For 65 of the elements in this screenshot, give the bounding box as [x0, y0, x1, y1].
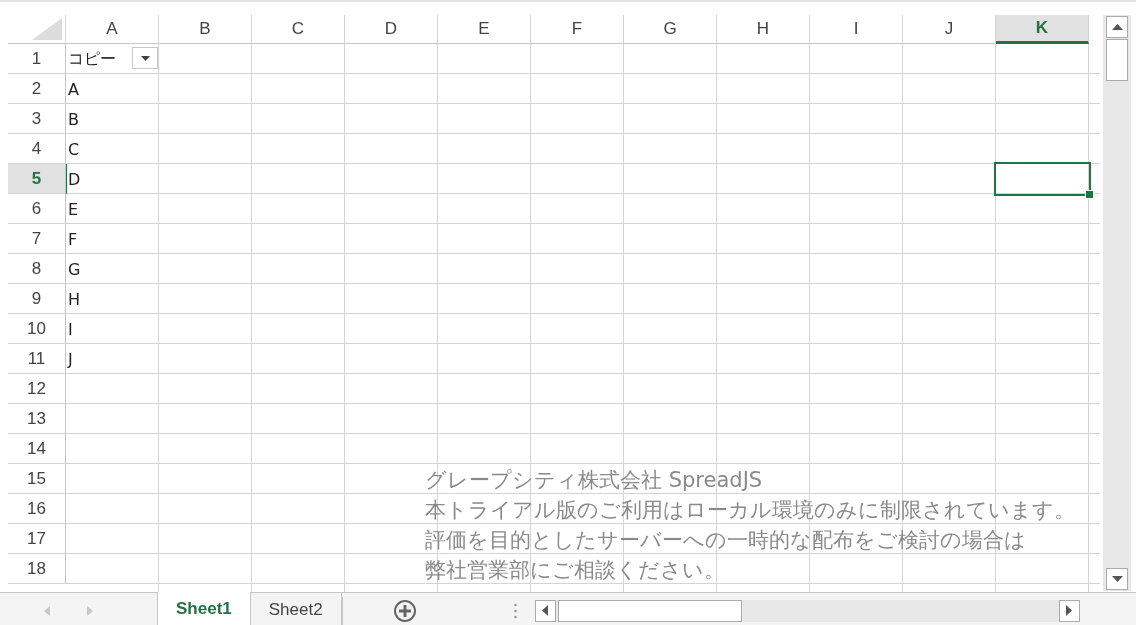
- trial-notice-text: 弊社営業部にご相談ください。: [425, 557, 725, 584]
- sheet-tab[interactable]: Sheet1: [157, 592, 251, 625]
- select-all-icon[interactable]: [32, 18, 62, 40]
- column-header[interactable]: K: [996, 15, 1089, 44]
- row-header[interactable]: 4: [8, 134, 66, 164]
- row-header[interactable]: 13: [8, 404, 66, 434]
- row-header[interactable]: 14: [8, 434, 66, 464]
- table-cell-text: C: [67, 139, 80, 159]
- trial-notice-text: 本トライアル版のご利用はローカル環境のみに制限されています。: [425, 497, 1075, 524]
- table-cell-text: G: [67, 259, 81, 279]
- left-arrow-icon: [542, 605, 549, 616]
- row-header[interactable]: 15: [8, 464, 66, 494]
- scroll-left-button[interactable]: [534, 599, 556, 622]
- row-header[interactable]: 17: [8, 524, 66, 554]
- table-cell-text: コピー: [67, 48, 116, 70]
- column-header[interactable]: D: [345, 15, 438, 44]
- column-header[interactable]: H: [717, 15, 810, 44]
- right-arrow-icon: [1066, 605, 1073, 616]
- trial-notice-text: 評価を目的としたサーバーへの一時的な配布をご検討の場合は: [425, 527, 1026, 554]
- column-header[interactable]: J: [903, 15, 996, 44]
- column-header[interactable]: A: [66, 15, 159, 44]
- horizontal-scrollbar[interactable]: [534, 599, 1080, 622]
- column-header[interactable]: C: [252, 15, 345, 44]
- next-sheet-icon[interactable]: [87, 605, 93, 616]
- column-header[interactable]: B: [159, 15, 252, 44]
- column-header[interactable]: I: [810, 15, 903, 44]
- row-header[interactable]: 3: [8, 104, 66, 134]
- table-cell-text: A: [67, 79, 79, 99]
- scroll-down-button[interactable]: [1106, 568, 1128, 590]
- scroll-up-button[interactable]: [1106, 16, 1128, 38]
- row-header[interactable]: 16: [8, 494, 66, 524]
- scroll-thumb[interactable]: [1106, 39, 1128, 81]
- vertical-scrollbar[interactable]: [1103, 15, 1131, 591]
- column-header[interactable]: G: [624, 15, 717, 44]
- up-arrow-icon: [1111, 24, 1123, 30]
- scroll-thumb[interactable]: [557, 599, 742, 622]
- sheet-tab[interactable]: Sheet2: [250, 592, 342, 625]
- row-header[interactable]: 5: [8, 164, 66, 194]
- table-cell-text: B: [67, 109, 79, 129]
- add-sheet-icon[interactable]: [392, 598, 417, 623]
- table-cell: J: [66, 349, 73, 369]
- table-cell-text: E: [67, 199, 79, 219]
- row-header[interactable]: 8: [8, 254, 66, 284]
- row-header[interactable]: 10: [8, 314, 66, 344]
- filter-dropdown-button[interactable]: [132, 47, 158, 69]
- table-cell-text: I: [67, 319, 73, 339]
- column-header[interactable]: F: [531, 15, 624, 44]
- row-header[interactable]: 6: [8, 194, 66, 224]
- column-header[interactable]: E: [438, 15, 531, 44]
- table-cell-text: D: [67, 169, 81, 189]
- row-header[interactable]: 12: [8, 374, 66, 404]
- down-arrow-icon: [1111, 576, 1123, 582]
- row-header[interactable]: 1: [8, 44, 66, 74]
- row-header[interactable]: 18: [8, 554, 66, 584]
- previous-sheet-icon[interactable]: [44, 605, 50, 616]
- caret-icon: [140, 55, 150, 61]
- table-cell-text: F: [67, 229, 78, 249]
- row-header[interactable]: 2: [8, 74, 66, 104]
- row-header[interactable]: 9: [8, 284, 66, 314]
- table-cell-text: H: [67, 289, 81, 309]
- trial-notice-text: グレープシティ株式会社 SpreadJS: [425, 467, 763, 494]
- row-header[interactable]: 7: [8, 224, 66, 254]
- row-header[interactable]: 11: [8, 344, 66, 374]
- splitter-grip-icon[interactable]: [513, 602, 517, 619]
- scroll-right-button[interactable]: [1058, 599, 1080, 622]
